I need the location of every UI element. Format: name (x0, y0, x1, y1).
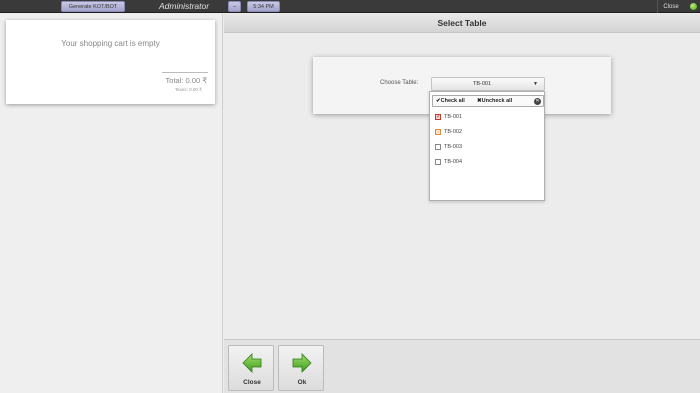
dropdown-header: ✔Check all ✖Uncheck all ✕ (432, 95, 544, 107)
left-panel: Your shopping cart is empty Total: 0.00 … (0, 14, 223, 393)
page-title: Select Table (437, 18, 487, 28)
close-button[interactable]: Close (228, 345, 274, 391)
dropdown-item-label: TB-003 (444, 144, 463, 150)
status-indicator-icon (690, 3, 697, 10)
minus-button[interactable]: – (228, 1, 241, 12)
table-select-value: TB-001 (472, 81, 492, 87)
dropdown-item-tb-001[interactable]: TB-001 (434, 113, 542, 123)
arrow-right-icon (292, 353, 312, 373)
dropdown-item-label: TB-002 (444, 129, 463, 135)
main-panel: Select Table Choose Table: TB-001 ▼ (224, 14, 700, 393)
cart-taxes: Taxes: 0.00 ₹ (174, 87, 202, 92)
dropdown-item-tb-002[interactable]: TB-002 (434, 128, 542, 138)
close-button-label: Close (243, 379, 261, 386)
user-title: Administrator (159, 1, 210, 11)
dropdown-item-label: TB-004 (444, 159, 463, 165)
ok-button-label: Ok (297, 379, 307, 386)
choose-table-label: Choose Table: (380, 80, 419, 86)
checkbox[interactable] (435, 113, 441, 120)
uncheck-all-button[interactable]: ✖Uncheck all (477, 98, 512, 104)
bottom-toolbar: Close Ok (224, 339, 700, 393)
title-bar: Select Table (224, 14, 700, 33)
checkbox[interactable] (435, 129, 441, 135)
table-select[interactable]: TB-001 ▼ (431, 77, 545, 91)
arrow-left-icon (242, 353, 262, 373)
dropdown-item-tb-004[interactable]: TB-004 (434, 158, 542, 168)
dropdown-item-label: TB-001 (444, 114, 463, 120)
table-dropdown: ✔Check all ✖Uncheck all ✕ TB-001 TB-002 … (429, 91, 545, 201)
close-icon[interactable]: ✕ (534, 98, 541, 105)
checkbox[interactable] (435, 159, 441, 165)
shopping-cart: Your shopping cart is empty Total: 0.00 … (6, 20, 215, 104)
cart-total: Total: 0.00 ₹ (165, 76, 207, 85)
chevron-down-icon: ▼ (533, 81, 538, 87)
checkbox[interactable] (435, 144, 441, 150)
dropdown-item-tb-003[interactable]: TB-003 (434, 143, 542, 153)
ok-button[interactable]: Ok (278, 345, 324, 391)
top-bar: Generate KOT/BOT Administrator – 5:34 PM… (0, 0, 700, 13)
cart-divider (162, 72, 208, 73)
top-close-button[interactable]: Close (657, 0, 684, 13)
generate-kot-bot-button[interactable]: Generate KOT/BOT (61, 1, 125, 12)
clock-display: 5:34 PM (247, 1, 280, 12)
check-all-button[interactable]: ✔Check all (436, 98, 465, 104)
cart-empty-message: Your shopping cart is empty (61, 39, 160, 48)
